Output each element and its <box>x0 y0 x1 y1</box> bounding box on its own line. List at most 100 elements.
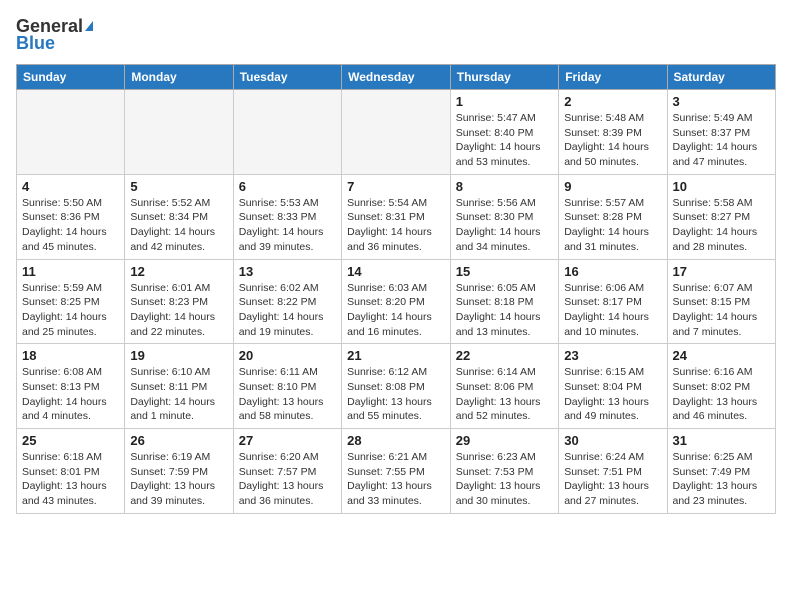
calendar-cell: 10 Sunrise: 5:58 AM Sunset: 8:27 PM Dayli… <box>667 174 776 259</box>
page-header: General Blue <box>16 16 776 54</box>
day-info: Sunrise: 5:49 AM Sunset: 8:37 PM Dayligh… <box>673 111 771 170</box>
calendar-week-5: 25Sunrise: 6:18 AM Sunset: 8:01 PM Dayli… <box>17 429 776 514</box>
day-info: Sunrise: 6:11 AM Sunset: 8:10 PM Dayligh… <box>239 365 336 424</box>
weekday-sunday: Sunday <box>17 65 125 90</box>
day-info: Sunrise: 5:54 AM Sunset: 8:31 PM Dayligh… <box>347 196 445 255</box>
day-info: Sunrise: 6:20 AM Sunset: 7:57 PM Dayligh… <box>239 450 336 509</box>
calendar-cell: 2Sunrise: 5:48 AM Sunset: 8:39 PM Daylig… <box>559 90 667 175</box>
day-info: Sunrise: 6:24 AM Sunset: 7:51 PM Dayligh… <box>564 450 661 509</box>
day-number: 20 <box>239 348 336 363</box>
day-number: 21 <box>347 348 445 363</box>
day-number: 18 <box>22 348 119 363</box>
calendar-cell: 20 Sunrise: 6:11 AM Sunset: 8:10 PM Dayli… <box>233 344 341 429</box>
day-info: Sunrise: 6:02 AM Sunset: 8:22 PM Dayligh… <box>239 281 336 340</box>
day-info: Sunrise: 5:56 AM Sunset: 8:30 PM Dayligh… <box>456 196 553 255</box>
calendar-cell: 30 Sunrise: 6:24 AM Sunset: 7:51 PM Dayli… <box>559 429 667 514</box>
day-number: 27 <box>239 433 336 448</box>
calendar-cell: 11 Sunrise: 5:59 AM Sunset: 8:25 PM Dayli… <box>17 259 125 344</box>
calendar-cell: 9 Sunrise: 5:57 AM Sunset: 8:28 PM Daylig… <box>559 174 667 259</box>
day-number: 4 <box>22 179 119 194</box>
day-info: Sunrise: 5:58 AM Sunset: 8:27 PM Dayligh… <box>673 196 771 255</box>
day-info: Sunrise: 5:52 AM Sunset: 8:34 PM Dayligh… <box>130 196 227 255</box>
day-info: Sunrise: 6:10 AM Sunset: 8:11 PM Dayligh… <box>130 365 227 424</box>
calendar-cell: 19 Sunrise: 6:10 AM Sunset: 8:11 PM Dayli… <box>125 344 233 429</box>
calendar-cell: 24 Sunrise: 6:16 AM Sunset: 8:02 PM Dayli… <box>667 344 776 429</box>
logo-blue-text: Blue <box>16 33 55 54</box>
calendar-cell: 23Sunrise: 6:15 AM Sunset: 8:04 PM Dayli… <box>559 344 667 429</box>
calendar-cell: 26 Sunrise: 6:19 AM Sunset: 7:59 PM Dayli… <box>125 429 233 514</box>
calendar-cell: 1 Sunrise: 5:47 AM Sunset: 8:40 PM Daylig… <box>450 90 558 175</box>
calendar-header: SundayMondayTuesdayWednesdayThursdayFrid… <box>17 65 776 90</box>
calendar-week-1: 1 Sunrise: 5:47 AM Sunset: 8:40 PM Daylig… <box>17 90 776 175</box>
day-info: Sunrise: 6:06 AM Sunset: 8:17 PM Dayligh… <box>564 281 661 340</box>
day-info: Sunrise: 6:19 AM Sunset: 7:59 PM Dayligh… <box>130 450 227 509</box>
day-info: Sunrise: 5:59 AM Sunset: 8:25 PM Dayligh… <box>22 281 119 340</box>
day-number: 24 <box>673 348 771 363</box>
day-info: Sunrise: 5:57 AM Sunset: 8:28 PM Dayligh… <box>564 196 661 255</box>
day-info: Sunrise: 5:47 AM Sunset: 8:40 PM Dayligh… <box>456 111 553 170</box>
calendar-cell: 27 Sunrise: 6:20 AM Sunset: 7:57 PM Dayli… <box>233 429 341 514</box>
logo-icon <box>85 21 93 31</box>
calendar-body: 1 Sunrise: 5:47 AM Sunset: 8:40 PM Daylig… <box>17 90 776 514</box>
day-number: 5 <box>130 179 227 194</box>
day-number: 19 <box>130 348 227 363</box>
day-info: Sunrise: 6:21 AM Sunset: 7:55 PM Dayligh… <box>347 450 445 509</box>
day-number: 11 <box>22 264 119 279</box>
day-number: 13 <box>239 264 336 279</box>
calendar-cell: 31Sunrise: 6:25 AM Sunset: 7:49 PM Dayli… <box>667 429 776 514</box>
day-number: 1 <box>456 94 553 109</box>
calendar-cell: 28Sunrise: 6:21 AM Sunset: 7:55 PM Dayli… <box>342 429 451 514</box>
day-number: 16 <box>564 264 661 279</box>
day-number: 22 <box>456 348 553 363</box>
calendar-cell: 3 Sunrise: 5:49 AM Sunset: 8:37 PM Daylig… <box>667 90 776 175</box>
calendar-cell: 12 Sunrise: 6:01 AM Sunset: 8:23 PM Dayli… <box>125 259 233 344</box>
calendar-cell: 21 Sunrise: 6:12 AM Sunset: 8:08 PM Dayli… <box>342 344 451 429</box>
day-number: 6 <box>239 179 336 194</box>
calendar-week-3: 11 Sunrise: 5:59 AM Sunset: 8:25 PM Dayli… <box>17 259 776 344</box>
calendar-cell: 6Sunrise: 5:53 AM Sunset: 8:33 PM Daylig… <box>233 174 341 259</box>
day-number: 25 <box>22 433 119 448</box>
day-number: 29 <box>456 433 553 448</box>
day-number: 12 <box>130 264 227 279</box>
day-number: 10 <box>673 179 771 194</box>
calendar-cell <box>233 90 341 175</box>
day-number: 8 <box>456 179 553 194</box>
calendar-cell: 25Sunrise: 6:18 AM Sunset: 8:01 PM Dayli… <box>17 429 125 514</box>
calendar-cell: 29 Sunrise: 6:23 AM Sunset: 7:53 PM Dayli… <box>450 429 558 514</box>
day-info: Sunrise: 6:14 AM Sunset: 8:06 PM Dayligh… <box>456 365 553 424</box>
day-info: Sunrise: 6:23 AM Sunset: 7:53 PM Dayligh… <box>456 450 553 509</box>
weekday-header-row: SundayMondayTuesdayWednesdayThursdayFrid… <box>17 65 776 90</box>
calendar-week-4: 18 Sunrise: 6:08 AM Sunset: 8:13 PM Dayli… <box>17 344 776 429</box>
weekday-tuesday: Tuesday <box>233 65 341 90</box>
calendar-cell: 17 Sunrise: 6:07 AM Sunset: 8:15 PM Dayli… <box>667 259 776 344</box>
calendar-cell: 8 Sunrise: 5:56 AM Sunset: 8:30 PM Daylig… <box>450 174 558 259</box>
day-info: Sunrise: 6:05 AM Sunset: 8:18 PM Dayligh… <box>456 281 553 340</box>
weekday-wednesday: Wednesday <box>342 65 451 90</box>
calendar-cell <box>125 90 233 175</box>
day-number: 30 <box>564 433 661 448</box>
calendar-week-2: 4 Sunrise: 5:50 AM Sunset: 8:36 PM Daylig… <box>17 174 776 259</box>
calendar-cell: 7Sunrise: 5:54 AM Sunset: 8:31 PM Daylig… <box>342 174 451 259</box>
day-number: 14 <box>347 264 445 279</box>
day-info: Sunrise: 5:50 AM Sunset: 8:36 PM Dayligh… <box>22 196 119 255</box>
day-number: 26 <box>130 433 227 448</box>
calendar-cell: 22 Sunrise: 6:14 AM Sunset: 8:06 PM Dayli… <box>450 344 558 429</box>
day-number: 3 <box>673 94 771 109</box>
day-number: 15 <box>456 264 553 279</box>
day-info: Sunrise: 6:03 AM Sunset: 8:20 PM Dayligh… <box>347 281 445 340</box>
day-info: Sunrise: 6:25 AM Sunset: 7:49 PM Dayligh… <box>673 450 771 509</box>
weekday-monday: Monday <box>125 65 233 90</box>
day-info: Sunrise: 6:16 AM Sunset: 8:02 PM Dayligh… <box>673 365 771 424</box>
day-info: Sunrise: 6:01 AM Sunset: 8:23 PM Dayligh… <box>130 281 227 340</box>
calendar-cell <box>17 90 125 175</box>
calendar-cell: 15 Sunrise: 6:05 AM Sunset: 8:18 PM Dayli… <box>450 259 558 344</box>
day-info: Sunrise: 6:07 AM Sunset: 8:15 PM Dayligh… <box>673 281 771 340</box>
day-info: Sunrise: 6:08 AM Sunset: 8:13 PM Dayligh… <box>22 365 119 424</box>
day-info: Sunrise: 6:12 AM Sunset: 8:08 PM Dayligh… <box>347 365 445 424</box>
day-number: 9 <box>564 179 661 194</box>
calendar-cell: 13 Sunrise: 6:02 AM Sunset: 8:22 PM Dayli… <box>233 259 341 344</box>
day-number: 23 <box>564 348 661 363</box>
day-number: 2 <box>564 94 661 109</box>
calendar-cell: 5 Sunrise: 5:52 AM Sunset: 8:34 PM Daylig… <box>125 174 233 259</box>
day-number: 17 <box>673 264 771 279</box>
